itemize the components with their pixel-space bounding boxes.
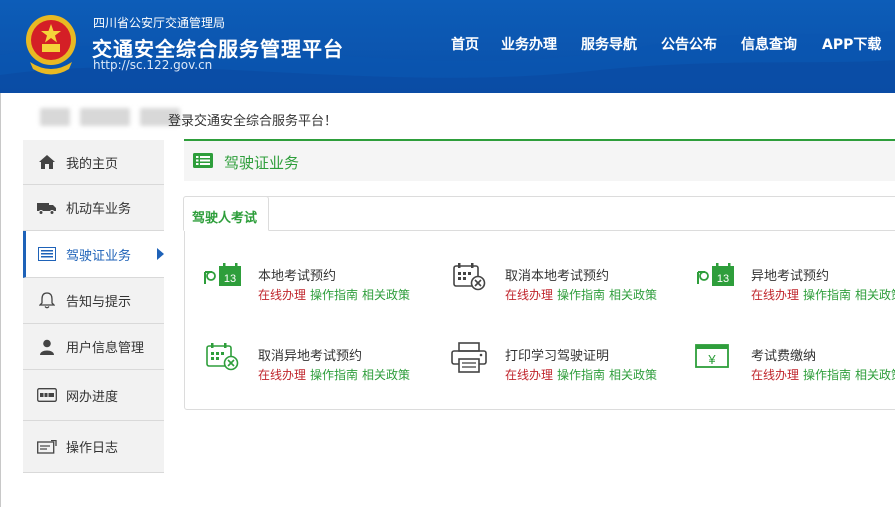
online-handle-link[interactable]: 在线办理 <box>505 368 553 382</box>
operation-guide-link[interactable]: 操作指南 <box>557 288 605 302</box>
tab-driver-exam[interactable]: 驾驶人考试 <box>183 196 269 231</box>
online-handle-link[interactable]: 在线办理 <box>751 288 799 302</box>
online-handle-link[interactable]: 在线办理 <box>258 288 306 302</box>
sidebar-item-logs[interactable]: 操作日志 <box>23 421 164 473</box>
operation-guide-link[interactable]: 操作指南 <box>803 368 851 382</box>
sidebar-item-label: 驾驶证业务 <box>66 248 132 264</box>
truck-icon <box>37 200 57 216</box>
sidebar-item-label: 操作日志 <box>66 441 119 456</box>
tab-driver-exam-label: 驾驶人考试 <box>192 211 258 226</box>
related-policy-link[interactable]: 相关政策 <box>362 288 410 302</box>
operation-guide-link[interactable]: 操作指南 <box>310 288 358 302</box>
sidebar-item-home[interactable]: 我的主页 <box>23 140 164 185</box>
service-name[interactable]: 异地考试预约 <box>751 265 829 284</box>
log-icon <box>37 439 57 455</box>
calendar-13-icon: 13 <box>204 263 241 286</box>
related-policy-link[interactable]: 相关政策 <box>609 288 657 302</box>
operation-guide-link[interactable]: 操作指南 <box>803 288 851 302</box>
redacted-username <box>40 108 70 126</box>
sidebar-item-license[interactable]: 驾驶证业务 <box>23 231 164 278</box>
related-policy-link[interactable]: 相关政策 <box>855 288 895 302</box>
home-icon <box>37 154 57 170</box>
page-left-border <box>0 93 1 507</box>
operation-guide-link[interactable]: 操作指南 <box>557 368 605 382</box>
service-links: 在线办理操作指南相关政策 <box>505 286 661 303</box>
header-bar: 四川省公安厅交通管理局 交通安全综合服务管理平台 http://sc.122.g… <box>0 0 895 93</box>
sidebar-item-label: 网办进度 <box>66 389 119 405</box>
service-links: 在线办理操作指南相关政策 <box>258 366 414 383</box>
svg-text:¥: ¥ <box>707 352 716 367</box>
nav-info-query[interactable]: 信息查询 <box>741 34 797 54</box>
active-indicator-arrow <box>157 248 164 260</box>
panel-header: 驾驶证业务 <box>184 141 895 181</box>
welcome-message: 登录交通安全综合服务平台！ <box>168 114 338 129</box>
nav-service-guide[interactable]: 服务导航 <box>581 34 637 54</box>
sidebar-item-label: 用户信息管理 <box>66 341 145 356</box>
related-policy-link[interactable]: 相关政策 <box>609 368 657 382</box>
sidebar-item-user-info[interactable]: 用户信息管理 <box>23 324 164 370</box>
org-name: 四川省公安厅交通管理局 <box>93 16 226 30</box>
tab-underline <box>269 230 895 231</box>
service-name[interactable]: 考试费缴纳 <box>751 345 816 364</box>
nav-home[interactable]: 首页 <box>451 34 479 54</box>
service-links: 在线办理操作指南相关政策 <box>751 366 895 383</box>
svg-text:13: 13 <box>224 273 236 285</box>
redacted-username <box>80 108 130 126</box>
online-handle-link[interactable]: 在线办理 <box>505 288 553 302</box>
panel-title: 驾驶证业务 <box>224 154 300 172</box>
operation-guide-link[interactable]: 操作指南 <box>310 368 358 382</box>
service-links: 在线办理操作指南相关政策 <box>751 286 895 303</box>
calendar-cancel-icon <box>206 343 239 371</box>
service-name[interactable]: 打印学习驾驶证明 <box>505 345 609 364</box>
sidebar-item-vehicle[interactable]: 机动车业务 <box>23 185 164 231</box>
related-policy-link[interactable]: 相关政策 <box>362 368 410 382</box>
site-url: http://sc.122.gov.cn <box>93 58 213 72</box>
sidebar-item-notices[interactable]: 告知与提示 <box>23 278 164 324</box>
service-links: 在线办理操作指南相关政策 <box>258 286 414 303</box>
sidebar-item-progress[interactable]: 网办进度 <box>23 370 164 421</box>
id-card-icon <box>37 246 57 262</box>
printer-icon <box>451 342 487 373</box>
police-emblem-icon <box>26 15 76 75</box>
related-policy-link[interactable]: 相关政策 <box>855 368 895 382</box>
yen-payment-icon: ¥ <box>695 344 729 368</box>
nav-app-download[interactable]: APP下载 <box>822 34 881 54</box>
bell-icon <box>37 292 57 309</box>
sidebar-item-label: 机动车业务 <box>66 202 132 217</box>
nav-announcements[interactable]: 公告公布 <box>661 34 717 54</box>
online-handle-link[interactable]: 在线办理 <box>751 368 799 382</box>
online-handle-link[interactable]: 在线办理 <box>258 368 306 382</box>
service-name[interactable]: 取消本地考试预约 <box>505 265 609 284</box>
user-icon <box>37 339 57 355</box>
service-name[interactable]: 本地考试预约 <box>258 265 336 284</box>
license-list-icon <box>193 153 213 168</box>
sidebar-item-label: 告知与提示 <box>66 295 132 310</box>
calendar-13-icon: 13 <box>697 263 734 286</box>
service-name[interactable]: 取消异地考试预约 <box>258 345 362 364</box>
progress-icon <box>37 387 57 403</box>
svg-text:13: 13 <box>717 273 729 285</box>
service-links: 在线办理操作指南相关政策 <box>505 366 661 383</box>
nav-business[interactable]: 业务办理 <box>501 34 557 54</box>
calendar-cancel-icon <box>453 263 486 291</box>
sidebar-item-label: 我的主页 <box>66 156 119 172</box>
